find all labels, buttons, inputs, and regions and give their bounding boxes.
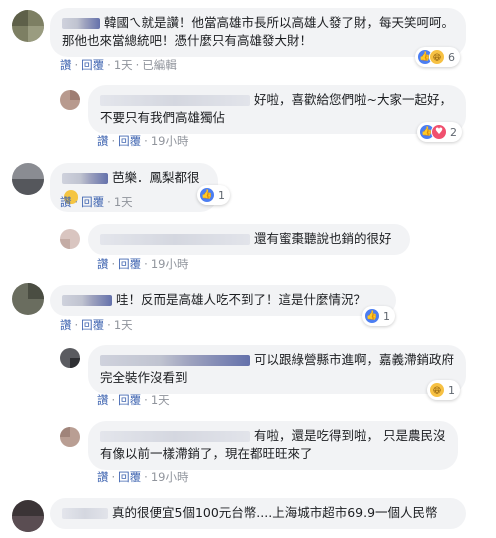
comment-actions: 讚 · 回覆 · 19小時 xyxy=(97,134,189,148)
reply-bubble: 可以跟綠營縣市進啊，嘉義滯銷政府完全裝作沒看到 xyxy=(88,345,466,394)
comment-bubble: 韓國ㄟ就是讚！他當高雄市長所以高雄人發了財，每天笑呵呵。那他也來當總統吧！憑什麼… xyxy=(50,8,466,57)
reaction-summary[interactable]: 👍 1 xyxy=(197,185,230,205)
reply-button[interactable]: 回覆 xyxy=(81,195,104,209)
comment-actions: 讚 · 回覆 · 1天 xyxy=(60,195,133,209)
avatar[interactable] xyxy=(12,163,44,195)
avatar[interactable] xyxy=(12,500,44,532)
avatar[interactable] xyxy=(60,229,80,249)
reaction-summary[interactable]: 👍 ♥ 2 xyxy=(417,122,462,142)
like-icon: 👍 xyxy=(364,308,380,324)
edited-label[interactable]: 已編輯 xyxy=(142,58,177,72)
commenter-name[interactable] xyxy=(62,173,108,184)
commenter-name[interactable] xyxy=(100,234,250,245)
timestamp[interactable]: 1天 xyxy=(151,393,170,407)
reply-bubble: 還有蜜棗聽說也銷的很好 xyxy=(88,224,410,255)
comment-text: 哇！反而是高雄人吃不到了！這是什麼情況？ xyxy=(116,292,367,307)
reply-bubble: 好啦，喜歡給您們啦~大家一起好，不要只有我們高雄獨佔 xyxy=(88,85,466,134)
comment-text: 真的很便宜5個100元台幣....上海城市超市69.9一個人民幣 xyxy=(112,505,438,520)
commenter-name[interactable] xyxy=(62,18,100,29)
like-button[interactable]: 讚 xyxy=(97,393,109,407)
avatar[interactable] xyxy=(60,427,80,447)
reaction-summary[interactable]: 👍 1 xyxy=(362,306,395,326)
timestamp[interactable]: 1天 xyxy=(114,195,133,209)
avatar[interactable] xyxy=(60,90,80,110)
like-button[interactable]: 讚 xyxy=(97,134,109,148)
comment-actions: 讚 · 回覆 · 19小時 xyxy=(97,470,189,484)
reply-button[interactable]: 回覆 xyxy=(81,318,104,332)
comment-actions: 讚 · 回覆 · 1天 xyxy=(97,393,170,407)
comment-bubble: 哇！反而是高雄人吃不到了！這是什麼情況？ xyxy=(50,285,396,316)
comment-bubble: 真的很便宜5個100元台幣....上海城市超市69.9一個人民幣 xyxy=(50,498,466,529)
love-icon: ♥ xyxy=(431,124,447,140)
commenter-name[interactable] xyxy=(62,508,108,519)
timestamp[interactable]: 1天 xyxy=(114,58,133,72)
commenter-name[interactable] xyxy=(62,295,112,306)
commenter-name[interactable] xyxy=(100,95,250,106)
avatar[interactable] xyxy=(12,283,44,315)
avatar[interactable] xyxy=(60,348,80,368)
comment-text: 還有蜜棗聽說也銷的很好 xyxy=(254,231,392,246)
reply-button[interactable]: 回覆 xyxy=(118,393,141,407)
timestamp[interactable]: 1天 xyxy=(114,318,133,332)
like-icon: 👍 xyxy=(199,187,215,203)
avatar[interactable] xyxy=(12,10,44,42)
like-button[interactable]: 讚 xyxy=(97,257,109,271)
comment-text: 韓國ㄟ就是讚！他當高雄市長所以高雄人發了財，每天笑呵呵。那他也來當總統吧！憑什麼… xyxy=(62,15,455,48)
comment-actions: 讚 · 回覆 · 19小時 xyxy=(97,257,189,271)
timestamp[interactable]: 19小時 xyxy=(151,470,189,484)
reply-button[interactable]: 回覆 xyxy=(118,134,141,148)
reply-button[interactable]: 回覆 xyxy=(81,58,104,72)
comment-text: 芭樂．鳳梨都很 xyxy=(112,170,200,185)
commenter-name[interactable] xyxy=(100,355,250,366)
reaction-summary[interactable]: 😆 1 xyxy=(427,380,460,400)
haha-icon: 😆 xyxy=(429,382,445,398)
commenter-name[interactable] xyxy=(100,431,250,442)
like-button[interactable]: 讚 xyxy=(97,470,109,484)
like-button[interactable]: 讚 xyxy=(60,318,72,332)
timestamp[interactable]: 19小時 xyxy=(151,134,189,148)
reply-button[interactable]: 回覆 xyxy=(118,470,141,484)
comment-actions: 讚 · 回覆 · 1天 xyxy=(60,318,133,332)
timestamp[interactable]: 19小時 xyxy=(151,257,189,271)
reply-button[interactable]: 回覆 xyxy=(118,257,141,271)
reply-bubble: 有啦，還是吃得到啦， 只是農民沒有像以前一樣滯銷了，現在都旺旺來了 xyxy=(88,421,458,470)
like-button[interactable]: 讚 xyxy=(60,195,72,209)
reaction-summary[interactable]: 👍 😆 6 xyxy=(415,47,460,67)
haha-icon: 😆 xyxy=(429,49,445,65)
like-button[interactable]: 讚 xyxy=(60,58,72,72)
comment-actions: 讚 · 回覆 · 1天 · 已編輯 xyxy=(60,58,177,72)
